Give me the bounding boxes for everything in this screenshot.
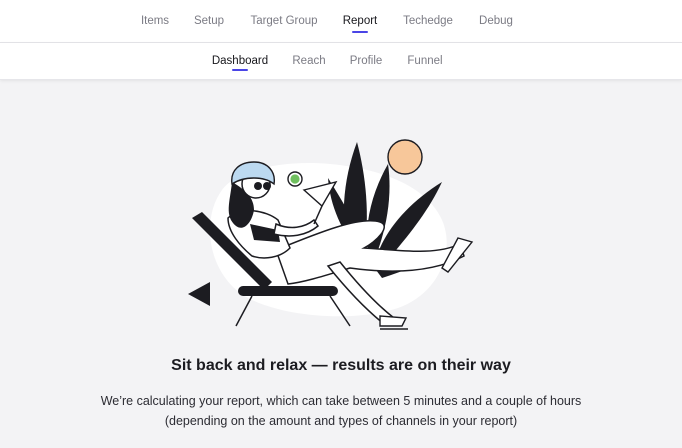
status-heading: Sit back and relax — results are on thei… <box>171 357 511 374</box>
tab-debug-label: Debug <box>479 15 513 27</box>
sandal-shape <box>379 315 408 327</box>
sun-icon <box>387 139 423 175</box>
status-description: We’re calculating your report, which can… <box>100 394 582 428</box>
tab-report[interactable]: Report <box>337 0 383 42</box>
tab-techedge-label: Techedge <box>403 15 453 27</box>
top-navigation: Items Setup Target Group Report Techedge… <box>0 0 682 43</box>
subtab-reach[interactable]: Reach <box>289 43 329 79</box>
lounge-chair-seat <box>238 286 338 296</box>
tab-techedge[interactable]: Techedge <box>398 0 458 42</box>
tab-target-group-label: Target Group <box>250 15 318 27</box>
tab-debug[interactable]: Debug <box>474 0 518 42</box>
subtab-profile[interactable]: Profile <box>345 43 387 79</box>
subtab-profile-label: Profile <box>349 55 383 67</box>
triangle-shape <box>188 282 210 306</box>
tab-setup[interactable]: Setup <box>189 0 229 42</box>
sunglasses-icon <box>254 182 262 190</box>
tab-setup-label: Setup <box>193 15 225 27</box>
subtab-reach-label: Reach <box>292 55 326 67</box>
tab-items[interactable]: Items <box>135 0 175 42</box>
subtab-funnel[interactable]: Funnel <box>403 43 447 79</box>
tab-items-label: Items <box>140 15 170 27</box>
relaxing-woman-illustration <box>188 139 474 330</box>
sunglasses-icon <box>263 182 271 190</box>
chair-leg <box>235 295 253 327</box>
subtab-funnel-label: Funnel <box>407 55 443 67</box>
tab-report-label: Report <box>342 15 378 27</box>
active-subtab-indicator <box>232 69 248 71</box>
subtab-dashboard[interactable]: Dashboard <box>208 43 272 79</box>
tab-target-group[interactable]: Target Group <box>243 0 325 42</box>
lime-slice-icon <box>290 174 300 184</box>
active-tab-indicator <box>352 31 368 33</box>
sub-navigation: Dashboard Reach Profile Funnel <box>0 43 682 80</box>
subtab-dashboard-label: Dashboard <box>211 55 269 67</box>
